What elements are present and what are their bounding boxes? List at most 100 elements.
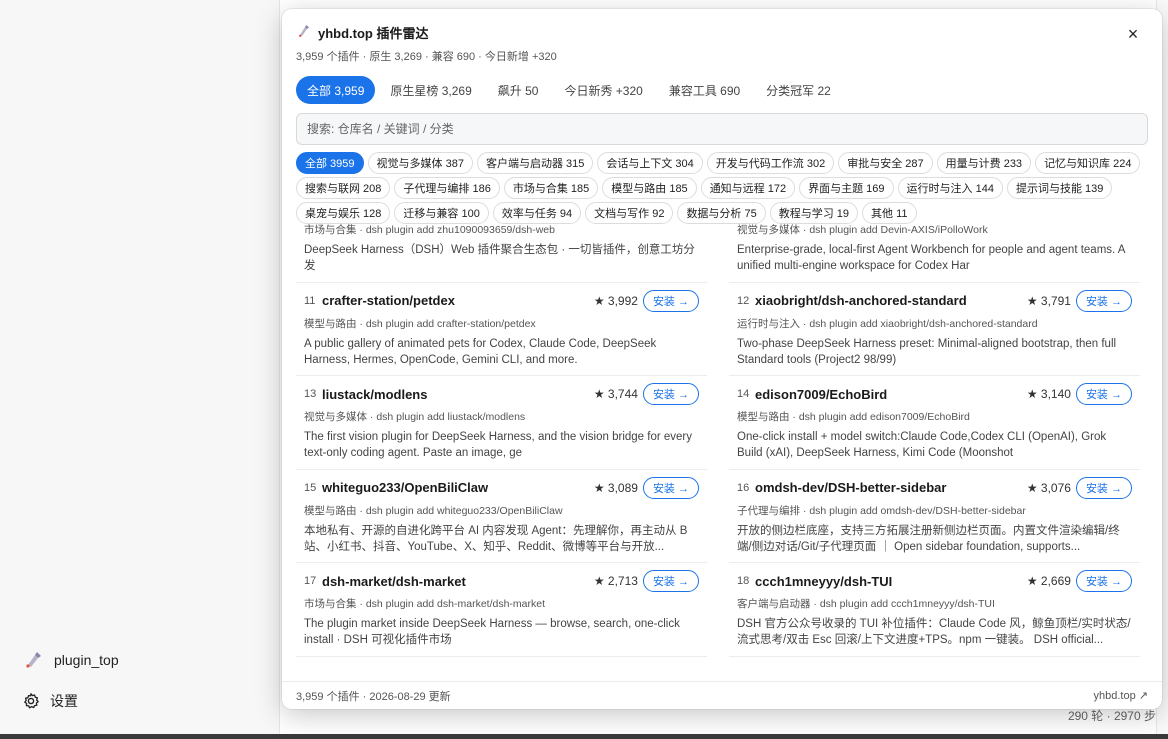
chip-category[interactable]: 审批与安全 287 <box>838 152 933 174</box>
card-description: DeepSeek Harness（DSH）Web 插件聚合生态包 · 一切皆插件… <box>304 244 695 272</box>
chip-category[interactable]: 用量与计费 233 <box>936 152 1032 174</box>
footer-site-link[interactable]: yhbd.top ↗ <box>1094 689 1148 702</box>
chip-category[interactable]: 开发与代码工作流 302 <box>706 152 835 174</box>
app-sidebar: plugin_top 设置 <box>0 0 280 734</box>
plugin-card[interactable]: 16 omdsh-dev/DSH-better-sidebar ★ 3,076 安装 … <box>729 470 1140 563</box>
card-star-count: ★ 3,140 <box>1026 387 1071 401</box>
card-rank: 11 <box>304 294 316 307</box>
install-button[interactable]: 安装 → <box>642 383 699 405</box>
card-description: The plugin market inside DeepSeek Harnes… <box>304 618 680 646</box>
chip-category[interactable]: 记忆与知识库 224 <box>1035 152 1141 174</box>
tab-rising[interactable]: 飙升 50 <box>487 76 550 104</box>
card-repo-name[interactable]: dsh-market/dsh-market <box>322 574 594 589</box>
tab-category-champions[interactable]: 分类冠军 22 <box>755 76 842 104</box>
card-install-command: 模型与路由 · dsh plugin add whiteguo233/OpenB… <box>304 504 563 517</box>
install-button[interactable]: 安装 → <box>642 476 699 499</box>
card-install-command: 市场与合集 · dsh plugin add zhu1090093659/dsh… <box>304 224 555 236</box>
card-repo-name[interactable]: ccch1mneyyy/dsh-TUI <box>755 574 1027 589</box>
card-star-count: ★ 3,744 <box>593 387 638 401</box>
card-header: 17 dsh-market/dsh-market ★ 2,713 安装 → <box>304 569 699 593</box>
plugin-icon <box>22 649 44 671</box>
plugin-card[interactable]: 11 crafter-station/petdex ★ 3,992 安装 → 模型与路由… <box>296 283 707 376</box>
chip-all[interactable]: 全部 3959 <box>296 152 364 174</box>
chip-category[interactable]: 市场与合集 185 <box>503 177 599 199</box>
install-button[interactable]: 安装 → <box>1075 383 1132 405</box>
card-description: One-click install + model switch:Claude … <box>737 431 1107 459</box>
chip-category[interactable]: 其他 11 <box>862 202 917 224</box>
card-star-count: ★ 3,089 <box>593 480 638 495</box>
card-rank: 18 <box>737 575 750 587</box>
card-star-count: ★ 3,992 <box>593 293 638 308</box>
chip-category[interactable]: 客户端与启动器 315 <box>476 152 594 174</box>
chip-category[interactable]: 模型与路由 185 <box>602 177 697 199</box>
card-star-count: ★ 2,713 <box>593 574 638 588</box>
chip-category[interactable]: 提示词与技能 139 <box>1006 177 1113 199</box>
plugin-card[interactable]: 15 whiteguo233/OpenBiliClaw ★ 3,089 安装 → 模型与… <box>296 470 707 563</box>
chip-category[interactable]: 子代理与编排 186 <box>394 177 500 199</box>
chip-category[interactable]: 桌宠与娱乐 128 <box>296 202 391 224</box>
sidebar-item-label: 设置 <box>50 693 78 709</box>
card-repo-name[interactable]: edison7009/EchoBird <box>755 387 1027 402</box>
dialog-header: yhbd.top 插件雷达 3,959 个插件 · 原生 3,269 · 兼容 … <box>296 23 1148 64</box>
dialog-title: yhbd.top 插件雷达 <box>318 26 429 41</box>
chip-category[interactable]: 数据与分析 75 <box>677 202 766 224</box>
category-filter-chips: 全部 3959 视觉与多媒体 387 客户端与启动器 315 会话与上下文 30… <box>296 152 1156 224</box>
plugin-card[interactable]: 12 xiaobright/dsh-anchored-standard ★ 3,79… <box>729 283 1140 376</box>
chip-category[interactable]: 视觉与多媒体 387 <box>367 152 473 174</box>
card-install-command: 子代理与编排 · dsh plugin add omdsh-dev/DSH-be… <box>737 504 1026 517</box>
plugin-card[interactable]: 18 ccch1mneyyy/dsh-TUI ★ 2,669 安装 → 客户端与启动器 … <box>729 563 1140 657</box>
card-description: The first vision plugin for DeepSeek Har… <box>304 431 693 459</box>
telescope-icon <box>296 23 312 42</box>
tab-today-new[interactable]: 今日新秀 +320 <box>553 76 653 104</box>
chip-category[interactable]: 界面与主题 169 <box>799 177 894 199</box>
sidebar-item-label: plugin_top <box>54 652 119 668</box>
chip-category[interactable]: 运行时与注入 144 <box>897 177 1003 199</box>
plugin-card[interactable]: 14 edison7009/EchoBird ★ 3,140 安装 → 模型与路由 · … <box>729 376 1140 470</box>
card-description: A public gallery of animated pets for Co… <box>304 337 657 366</box>
tab-bar: 全部 3,959 原生星榜 3,269 飙升 50 今日新秀 +320 兼容工具… <box>296 76 842 104</box>
card-header: 15 whiteguo233/OpenBiliClaw ★ 3,089 安装 → <box>304 476 699 500</box>
card-repo-name[interactable]: crafter-station/petdex <box>322 293 594 308</box>
plugin-card[interactable]: 13 liustack/modlens ★ 3,744 安装 → 视觉与多媒体 · ds… <box>296 376 707 470</box>
plugin-radar-dialog: yhbd.top 插件雷达 3,959 个插件 · 原生 3,269 · 兼容 … <box>282 9 1162 709</box>
card-description: 开放的侧边栏底座，支持三方拓展注册新侧边栏页面。内置文件渲染编辑/终端/侧边对话… <box>737 524 1120 553</box>
dialog-footer: 3,959 个插件 · 2026-08-29 更新 yhbd.top ↗ <box>282 681 1162 709</box>
chip-category[interactable]: 搜索与联网 208 <box>296 177 391 199</box>
dialog-subtitle: 3,959 个插件 · 原生 3,269 · 兼容 690 · 今日新增 +32… <box>296 51 557 63</box>
install-button[interactable]: 安装 → <box>642 570 699 592</box>
tab-compat-tools[interactable]: 兼容工具 690 <box>658 76 751 104</box>
search-input[interactable] <box>296 113 1148 145</box>
chip-category[interactable]: 会话与上下文 304 <box>597 152 703 174</box>
chip-category[interactable]: 文档与写作 92 <box>585 202 674 224</box>
card-rank: 14 <box>737 388 750 400</box>
chip-category[interactable]: 通知与远程 172 <box>700 177 796 199</box>
tab-all[interactable]: 全部 3,959 <box>296 76 376 104</box>
card-rank: 16 <box>737 481 750 494</box>
background-stats: 290 轮 · 2970 步 <box>1067 709 1156 723</box>
chip-category[interactable]: 效率与任务 94 <box>492 202 582 224</box>
tab-native-stars[interactable]: 原生星榜 3,269 <box>379 76 482 104</box>
chip-category[interactable]: 教程与学习 19 <box>769 202 859 224</box>
plugin-list[interactable]: 9zhu1090093659/dsh-web★ 6,998安装 →市场与合集 ·… <box>296 222 1148 682</box>
plugin-card[interactable]: 9zhu1090093659/dsh-web★ 6,998安装 →市场与合集 ·… <box>296 222 707 283</box>
chip-category[interactable]: 迁移与兼容 100 <box>394 202 489 224</box>
card-description: Enterprise-grade, local-first Agent Work… <box>737 244 1125 272</box>
card-header: 18 ccch1mneyyy/dsh-TUI ★ 2,669 安装 → <box>737 569 1132 593</box>
card-install-command: 视觉与多媒体 · dsh plugin add liustack/modlens <box>304 411 526 423</box>
plugin-card[interactable]: 17 dsh-market/dsh-market ★ 2,713 安装 → 市场与合集 … <box>296 563 707 657</box>
card-star-count: ★ 2,669 <box>1026 574 1071 588</box>
plugin-card[interactable]: 10Devin-AXIS/iPolloWork★ 5,061安装 →视觉与多媒体… <box>729 222 1140 283</box>
card-install-command: 客户端与启动器 · dsh plugin add ccch1mneyyy/dsh… <box>737 598 995 610</box>
card-repo-name[interactable]: xiaobright/dsh-anchored-standard <box>755 293 1027 308</box>
install-button[interactable]: 安装 → <box>1075 570 1132 592</box>
card-repo-name[interactable]: whiteguo233/OpenBiliClaw <box>322 480 594 495</box>
close-button[interactable]: × <box>1122 23 1144 45</box>
sidebar-item-settings[interactable]: 设置 <box>22 691 78 711</box>
install-button[interactable]: 安装 → <box>1075 289 1132 312</box>
card-repo-name[interactable]: liustack/modlens <box>322 387 594 402</box>
card-description: 本地私有、开源的自进化跨平台 AI 内容发现 Agent：先理解你，再主动从 B… <box>304 524 688 553</box>
install-button[interactable]: 安装 → <box>1075 476 1132 499</box>
sidebar-item-plugin-top[interactable]: plugin_top <box>22 649 119 671</box>
card-repo-name[interactable]: omdsh-dev/DSH-better-sidebar <box>755 480 1027 495</box>
install-button[interactable]: 安装 → <box>642 289 699 312</box>
